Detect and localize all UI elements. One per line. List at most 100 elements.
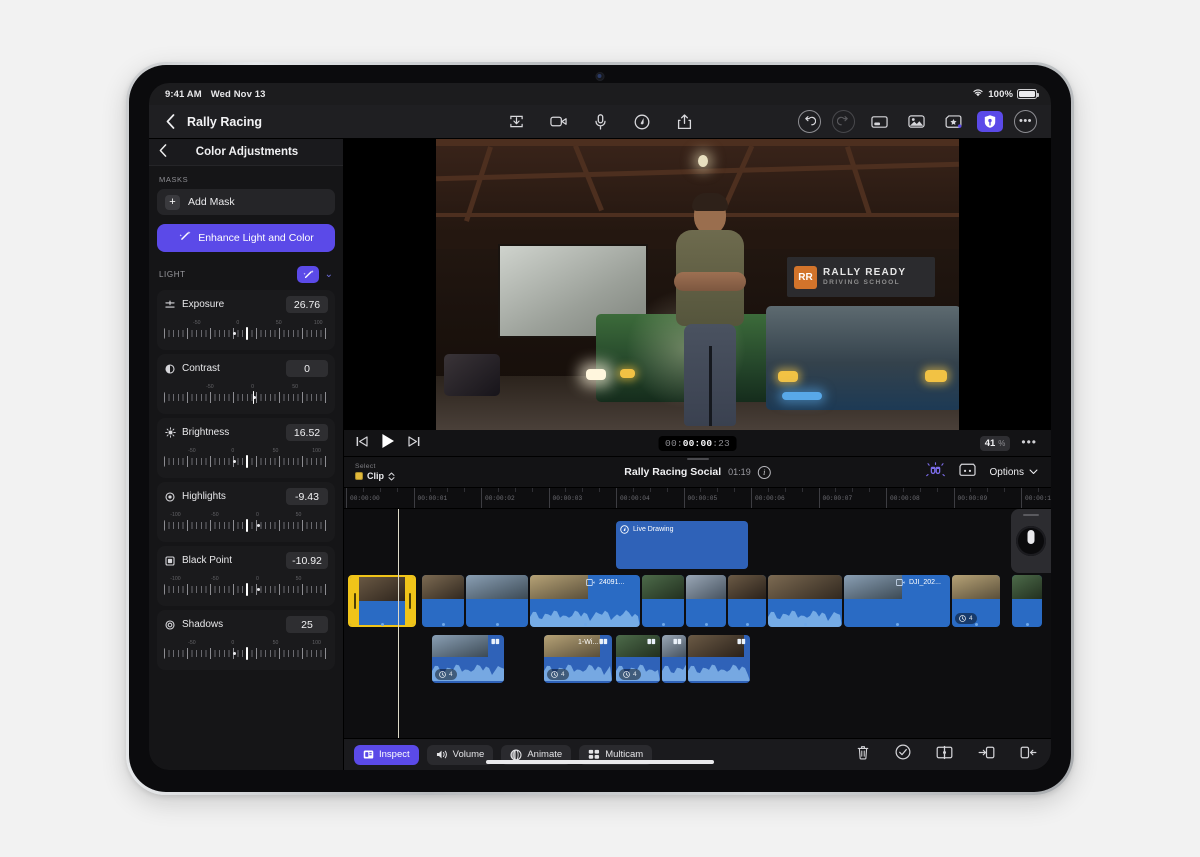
titles-icon[interactable] <box>866 111 892 132</box>
adjustment-value[interactable]: 26.76 <box>286 296 328 313</box>
playhead[interactable] <box>397 509 400 738</box>
skip-to-end-icon[interactable] <box>408 434 420 452</box>
timeline-clip[interactable] <box>686 575 726 627</box>
append-clip-icon[interactable] <box>1020 745 1037 765</box>
insert-clip-icon[interactable] <box>978 745 995 765</box>
panel-resize-handle[interactable] <box>686 458 709 460</box>
ruler-subtick <box>1004 488 1006 492</box>
timeline-clip-selected[interactable] <box>348 575 416 627</box>
overlay-clip[interactable]: Live Drawing <box>616 521 748 569</box>
inspector-back-icon[interactable] <box>159 144 167 160</box>
zoom-level-chip[interactable]: 41 % <box>979 435 1011 451</box>
adjustment-value[interactable]: -10.92 <box>286 552 328 569</box>
adjustment-slider[interactable]: -50 0 50 100 <box>164 448 328 470</box>
timeline-clip[interactable]: 24091... <box>530 575 640 627</box>
timeline-clip[interactable] <box>466 575 528 627</box>
adjustment-slider[interactable]: -50 0 50 100 <box>164 640 328 662</box>
timeline-clip[interactable] <box>1012 575 1042 627</box>
color-inspector-icon[interactable] <box>977 111 1003 132</box>
timeline-clip[interactable]: DJI_202... <box>844 575 950 627</box>
transport-controls: 00:00:00:23 41 % ••• <box>344 430 1051 457</box>
slider-knob[interactable] <box>246 583 248 596</box>
adjustment-slider[interactable]: -50 0 50 <box>164 384 328 406</box>
adjustment-name: Contrast <box>182 363 220 374</box>
timeline-clip[interactable]: 4 <box>952 575 1000 627</box>
inspect-button[interactable]: Inspect <box>354 744 419 765</box>
viewer-more-options-icon[interactable]: ••• <box>1021 436 1037 448</box>
timeline-clip[interactable] <box>768 575 842 627</box>
ruler-subtick <box>835 488 837 492</box>
adjustment-slider[interactable]: -100 -50 0 50 <box>164 576 328 598</box>
info-icon[interactable]: i <box>757 465 771 479</box>
slider-tick-label: 0 <box>256 576 259 582</box>
video-viewer[interactable]: RR RALLY READY DRIVING SCHOOL <box>344 139 1051 430</box>
share-icon[interactable] <box>673 111 695 133</box>
slider-knob[interactable] <box>246 455 248 468</box>
delete-icon[interactable] <box>856 745 870 765</box>
slider-track[interactable] <box>164 519 328 532</box>
effects-icon[interactable] <box>940 111 966 132</box>
inspect-icon <box>363 750 374 759</box>
redo-icon[interactable] <box>832 110 855 133</box>
battery-icon <box>1017 89 1039 99</box>
light-chevron-down-icon[interactable]: ⌄ <box>325 269 333 280</box>
timeline-clip[interactable] <box>422 575 464 627</box>
timeline-clip[interactable] <box>728 575 766 627</box>
timeline-tracks[interactable]: Live Drawing 24091... DJI_202... 4 4 1-W… <box>344 509 1051 738</box>
adjustment-slider[interactable]: -100 -50 0 50 <box>164 512 328 534</box>
skip-to-start-icon[interactable] <box>356 434 368 452</box>
adjustment-row: Highlights -9.43 -100 -50 0 50 <box>157 482 335 542</box>
audio-clip[interactable]: 1-Wi... 4 <box>544 635 612 683</box>
storyboard-icon[interactable] <box>958 462 977 482</box>
rally-ready-logo: RR <box>794 265 817 289</box>
audio-clip[interactable] <box>688 635 750 683</box>
slider-knob[interactable] <box>246 519 248 532</box>
audio-clip[interactable] <box>662 635 686 683</box>
audio-clip[interactable]: 4 <box>616 635 660 683</box>
highlights-icon <box>164 491 176 503</box>
jog-wheel[interactable] <box>1011 509 1051 573</box>
live-drawing-icon[interactable] <box>631 111 653 133</box>
slider-track[interactable] <box>164 647 328 660</box>
undo-icon[interactable] <box>798 110 821 133</box>
split-clip-icon[interactable] <box>936 745 953 765</box>
light-auto-magic-icon[interactable] <box>296 266 319 283</box>
adjustment-value[interactable]: 25 <box>286 616 328 633</box>
slider-track[interactable] <box>164 391 328 404</box>
timecode-display[interactable]: 00:00:00:23 <box>658 435 737 451</box>
enhance-light-and-color-button[interactable]: Enhance Light and Color <box>157 224 335 252</box>
options-dropdown[interactable]: Options <box>990 467 1038 478</box>
timeline-clip[interactable] <box>642 575 684 627</box>
more-options-icon[interactable]: ••• <box>1014 110 1037 133</box>
timeline-project-name: Rally Racing Social <box>624 466 722 478</box>
status-date: Wed Nov 13 <box>210 88 266 100</box>
slider-knob[interactable] <box>246 327 248 340</box>
approve-icon[interactable] <box>895 744 911 765</box>
adjustment-value[interactable]: 16.52 <box>286 424 328 441</box>
magnetic-timeline-icon[interactable] <box>925 462 945 482</box>
selection-mode-control[interactable]: Select Clip <box>355 463 395 481</box>
slider-track[interactable] <box>164 455 328 468</box>
adjustment-value[interactable]: -9.43 <box>286 488 328 505</box>
adjustment-slider[interactable]: -50 0 50 100 <box>164 320 328 342</box>
record-video-icon[interactable] <box>547 111 569 133</box>
inspector-scroll-area[interactable]: MASKS + Add Mask Enhance Light and Color <box>149 166 343 770</box>
play-button[interactable] <box>381 433 395 454</box>
record-audio-icon[interactable] <box>589 111 611 133</box>
slider-track[interactable] <box>164 327 328 340</box>
import-media-icon[interactable] <box>505 111 527 133</box>
add-mask-button[interactable]: + Add Mask <box>157 189 335 215</box>
adjustment-value[interactable]: 0 <box>286 360 328 377</box>
video-clip-icon <box>586 579 595 586</box>
slider-knob[interactable] <box>246 647 248 660</box>
ruler-subtick <box>919 488 921 492</box>
media-browser-icon[interactable] <box>903 111 929 132</box>
volume-button[interactable]: Volume <box>426 744 494 765</box>
ruler-subtick <box>970 488 972 492</box>
jog-wheel-dial[interactable] <box>1016 526 1046 556</box>
slider-track[interactable] <box>164 583 328 596</box>
timeline-ruler[interactable]: 00:00:00 00:00:01 00:00:02 00:00:03 00:00:04… <box>344 488 1051 509</box>
back-icon[interactable] <box>159 111 181 133</box>
scene-backdrop: RR RALLY READY DRIVING SCHOOL <box>436 139 959 430</box>
audio-clip[interactable]: 4 <box>432 635 504 683</box>
